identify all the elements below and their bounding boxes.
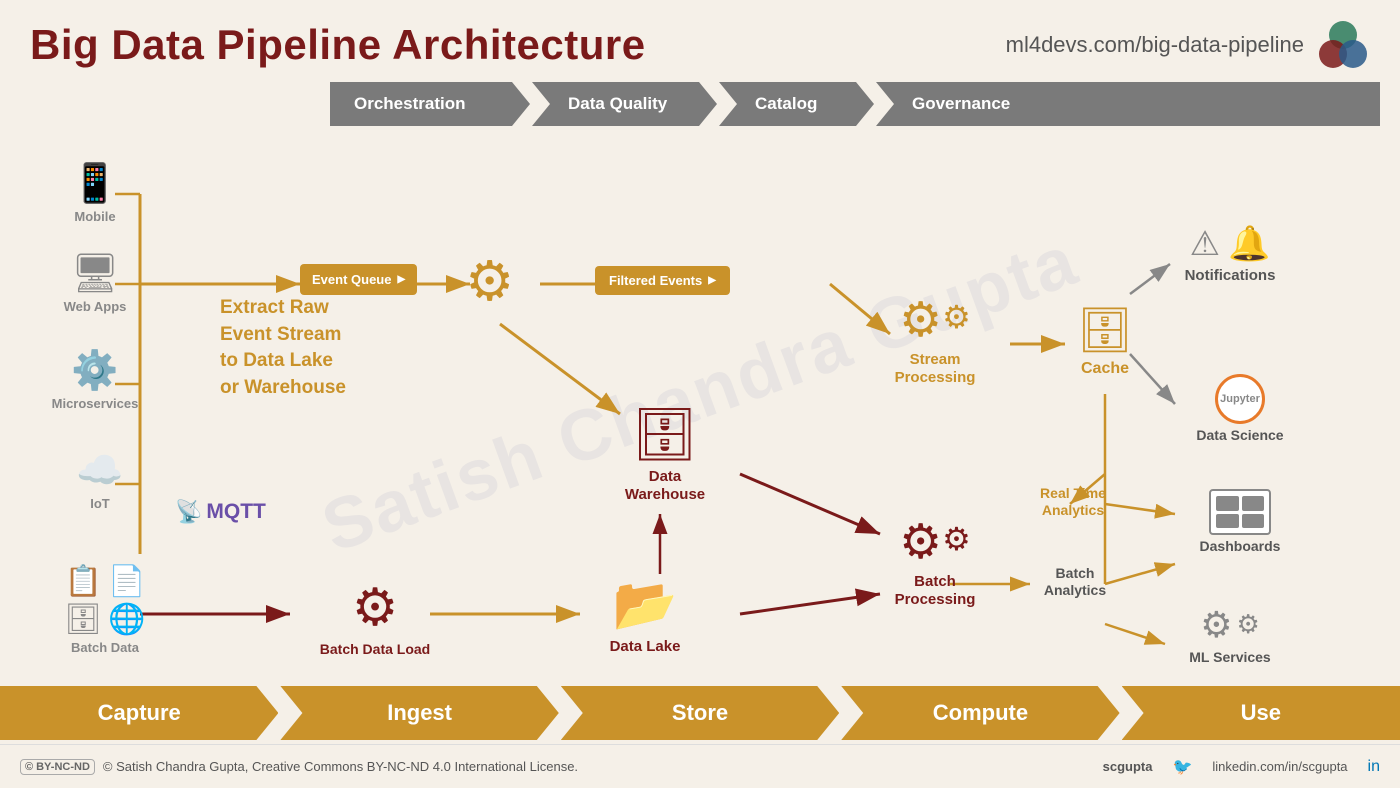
banner-data-quality: Data Quality: [532, 82, 717, 126]
page-title: Big Data Pipeline Architecture: [30, 21, 646, 69]
batch-table-icon: 📋: [65, 564, 102, 599]
microservices-icon: ⚙️: [71, 349, 118, 393]
ml-gear-icon-1: ⚙: [1200, 604, 1232, 646]
footer: © BY-NC-ND © Satish Chandra Gupta, Creat…: [0, 744, 1400, 788]
data-lake-label: Data Lake: [590, 638, 700, 656]
stream-processing-label: Stream Processing: [875, 351, 995, 387]
source-batch-data: 📋 📄 🗄 🌐 Batch Data: [40, 564, 170, 656]
source-mobile: 📱 Mobile: [50, 162, 140, 225]
mqtt-label: 📡 MQTT: [175, 499, 266, 525]
dashboards-label: Dashboards: [1175, 538, 1305, 555]
dashboards: Dashboards: [1175, 489, 1305, 555]
stage-ingest: Ingest: [280, 686, 558, 740]
banner-orchestration: Orchestration: [330, 82, 530, 126]
extract-text: Extract Raw Event Stream to Data Lake or…: [220, 294, 390, 401]
batch-processing: ⚙ ⚙ Batch Processing: [875, 514, 995, 609]
batch-data-label: Batch Data: [71, 640, 139, 656]
footer-copyright: © Satish Chandra Gupta, Creative Commons…: [103, 759, 578, 774]
batch-data-load: ⚙ Batch Data Load: [315, 578, 435, 658]
header-right: ml4devs.com/big-data-pipeline: [1006, 18, 1370, 72]
real-time-analytics-label: Real Time Analytics: [1018, 485, 1128, 519]
data-science: Jupyter Data Science: [1175, 374, 1305, 444]
stream-gear-icon-1: ⚙: [899, 292, 942, 348]
source-webapps: 🖥 Web Apps: [40, 252, 150, 315]
linkedin-icon: in: [1368, 758, 1380, 776]
ml-services-label: ML Services: [1165, 649, 1295, 666]
pipeline-bar: Capture Ingest Store Compute Use: [0, 686, 1400, 740]
cc-label: BY-NC-ND: [36, 761, 90, 773]
batch-proc-gear-1: ⚙: [899, 514, 942, 570]
iot-label: IoT: [90, 496, 110, 512]
batch-proc-gear-2: ⚙: [942, 520, 971, 570]
banner-governance: Governance: [876, 82, 1380, 126]
logo-icon: [1316, 18, 1370, 72]
source-microservices: ⚙️ Microservices: [35, 349, 155, 412]
diagram-area: 📱 Mobile 🖥 Web Apps ⚙️ Microservices ☁️ …: [20, 134, 1380, 674]
batch-analytics: Batch Analytics: [1025, 562, 1125, 599]
data-lake: 📂 Data Lake: [590, 574, 700, 656]
cc-badge: © BY-NC-ND: [20, 759, 95, 775]
bell-icon: 🔔: [1228, 224, 1270, 264]
cache-label: Cache: [1060, 359, 1150, 378]
data-warehouse-icon: 🗄: [632, 406, 698, 464]
data-lake-icon: 📂: [613, 576, 678, 634]
batch-doc-icon: 📄: [108, 564, 145, 599]
batch-processing-label: Batch Processing: [875, 573, 995, 609]
header-url: ml4devs.com/big-data-pipeline: [1006, 32, 1304, 58]
scgupta-text: scgupta: [1103, 759, 1153, 774]
data-warehouse-label: Data Warehouse: [610, 468, 720, 504]
batch-globe-icon: 🌐: [108, 602, 145, 637]
main-container: Satish Chandra Gupta Big Data Pipeline A…: [0, 0, 1400, 788]
source-iot: ☁️ IoT: [60, 449, 140, 512]
stage-store: Store: [561, 686, 839, 740]
ml-gear-icon-2: ⚙: [1236, 609, 1259, 646]
batch-data-load-label: Batch Data Load: [315, 641, 435, 658]
notifications: ⚠ 🔔 Notifications: [1165, 224, 1295, 285]
mobile-icon: 📱: [71, 162, 118, 206]
data-warehouse: 🗄 Data Warehouse: [610, 404, 720, 504]
warning-icon: ⚠: [1190, 224, 1220, 264]
gear-input-icon: ⚙: [465, 250, 514, 312]
batch-analytics-label: Batch Analytics: [1025, 565, 1125, 599]
event-queue-label: Event Queue: [312, 272, 391, 287]
mobile-label: Mobile: [74, 209, 115, 225]
ml-services: ⚙ ⚙ ML Services: [1165, 604, 1295, 666]
footer-social: scgupta 🐦 linkedin.com/in/scgupta in: [1103, 757, 1380, 777]
webapps-label: Web Apps: [64, 299, 127, 315]
iot-icon: ☁️: [76, 449, 123, 493]
microservices-label: Microservices: [52, 396, 139, 412]
twitter-icon: 🐦: [1172, 757, 1192, 777]
notifications-label: Notifications: [1165, 267, 1295, 285]
header: Big Data Pipeline Architecture ml4devs.c…: [0, 0, 1400, 82]
cc-icon: ©: [25, 761, 33, 773]
event-queue: Event Queue ▶: [300, 264, 417, 295]
linkedin-text: linkedin.com/in/scgupta: [1212, 759, 1347, 774]
banner-catalog: Catalog: [719, 82, 874, 126]
batch-load-gear-icon: ⚙: [352, 579, 399, 637]
stage-capture: Capture: [0, 686, 278, 740]
cache-icon: 🗄: [1077, 306, 1133, 355]
stage-compute: Compute: [841, 686, 1119, 740]
real-time-analytics: Real Time Analytics: [1018, 482, 1128, 519]
cache: 🗄 Cache: [1060, 304, 1150, 378]
filtered-events: Filtered Events ▶: [595, 266, 730, 295]
filtered-events-label: Filtered Events: [609, 273, 702, 288]
gear-stream-input: ⚙: [465, 249, 514, 313]
stream-processing: ⚙ ⚙ Stream Processing: [875, 292, 995, 387]
stream-gear-icon-2: ⚙: [942, 298, 971, 348]
batch-db-icon: 🗄: [64, 602, 102, 637]
stage-use: Use: [1122, 686, 1400, 740]
data-science-label: Data Science: [1175, 427, 1305, 444]
webapps-icon: 🖥: [71, 252, 119, 296]
